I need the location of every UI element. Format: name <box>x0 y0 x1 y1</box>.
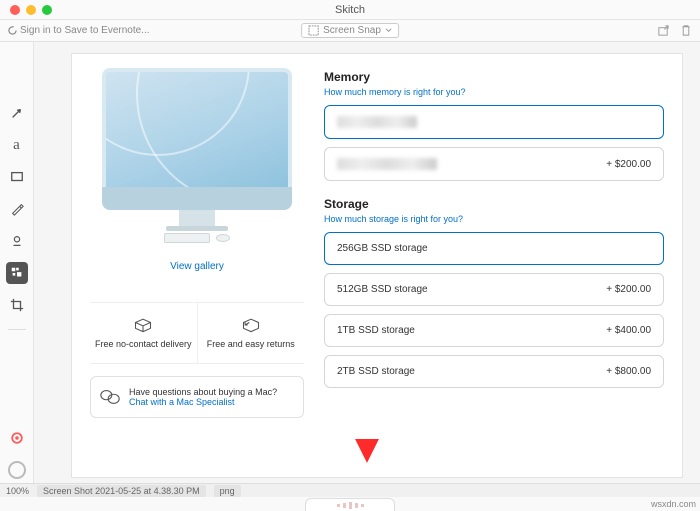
color-picker[interactable] <box>6 427 28 449</box>
pixelate-tool[interactable] <box>6 262 28 284</box>
redacted-text <box>337 116 417 128</box>
memory-option-2[interactable]: + $200.00 <box>324 147 664 181</box>
rectangle-tool[interactable] <box>6 166 28 188</box>
sync-icon <box>8 26 17 35</box>
text-tool[interactable]: a <box>6 134 28 156</box>
help-question: Have questions about buying a Mac? <box>129 387 277 397</box>
redacted-text <box>337 158 437 170</box>
pen-tool[interactable] <box>6 198 28 220</box>
screen-snap-icon <box>308 25 319 36</box>
storage-option-3[interactable]: 1TB SSD storage + $400.00 <box>324 314 664 347</box>
share-icon[interactable] <box>657 24 670 37</box>
memory-title: Memory <box>324 70 664 84</box>
product-image <box>97 68 297 243</box>
filename-label[interactable]: Screen Shot 2021-05-25 at 4.38.30 PM <box>37 485 206 497</box>
arrow-tool[interactable] <box>6 102 28 124</box>
palette-separator <box>8 329 26 330</box>
help-box: Have questions about buying a Mac? Chat … <box>90 376 304 418</box>
trash-icon[interactable] <box>680 24 692 37</box>
titlebar: Skitch <box>0 0 700 20</box>
storage-help-link[interactable]: How much storage is right for you? <box>324 214 664 224</box>
canvas[interactable]: View gallery Free no-contact delivery Fr… <box>34 42 700 483</box>
file-ext[interactable]: png <box>214 485 241 497</box>
close-window-button[interactable] <box>10 5 20 15</box>
maximize-window-button[interactable] <box>42 5 52 15</box>
product-visual-column: View gallery Free no-contact delivery Fr… <box>72 54 316 477</box>
memory-help-link[interactable]: How much memory is right for you? <box>324 87 664 97</box>
captured-page: View gallery Free no-contact delivery Fr… <box>72 54 682 477</box>
capture-mode-dropdown[interactable]: Screen Snap <box>301 23 399 38</box>
memory-option-1[interactable] <box>324 105 664 139</box>
chat-icon <box>99 387 121 407</box>
storage-option-4[interactable]: 2TB SSD storage + $800.00 <box>324 355 664 388</box>
view-gallery-link[interactable]: View gallery <box>170 261 224 272</box>
info-row: Free no-contact delivery Free and easy r… <box>90 302 304 364</box>
watermark: wsxdn.com <box>651 499 696 509</box>
minimize-window-button[interactable] <box>26 5 36 15</box>
returns-info: Free and easy returns <box>197 303 305 363</box>
config-column: Memory How much memory is right for you?… <box>316 54 682 477</box>
drag-tray[interactable] <box>305 498 395 511</box>
toolbar: Sign in to Save to Evernote... Screen Sn… <box>0 20 700 42</box>
status-bar: 100% Screen Shot 2021-05-25 at 4.38.30 P… <box>0 483 700 497</box>
crop-tool[interactable] <box>6 294 28 316</box>
sign-in-button[interactable]: Sign in to Save to Evernote... <box>8 25 150 36</box>
window-title: Skitch <box>335 4 365 16</box>
stamp-tool[interactable] <box>6 230 28 252</box>
storage-option-1[interactable]: 256GB SSD storage <box>324 232 664 265</box>
tool-palette: a <box>0 42 34 483</box>
window-controls <box>10 5 52 15</box>
storage-title: Storage <box>324 197 664 211</box>
box-icon <box>133 317 153 333</box>
stroke-width-picker[interactable] <box>6 461 28 483</box>
delivery-info: Free no-contact delivery <box>90 303 197 363</box>
zoom-level[interactable]: 100% <box>6 486 29 496</box>
chat-specialist-link[interactable]: Chat with a Mac Specialist <box>129 397 277 407</box>
chevron-down-icon <box>385 27 392 34</box>
return-box-icon <box>241 317 261 333</box>
storage-option-2[interactable]: 512GB SSD storage + $200.00 <box>324 273 664 306</box>
